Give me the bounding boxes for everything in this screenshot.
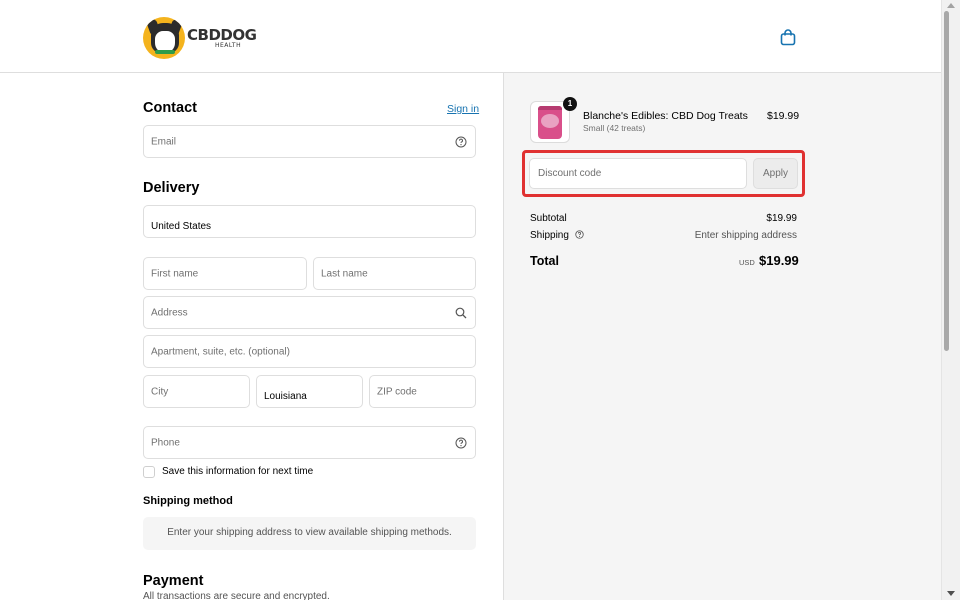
discount-code-input[interactable]: Discount code (529, 158, 747, 189)
subtotal-value: $19.99 (766, 213, 797, 224)
total-label: Total (530, 254, 559, 268)
treat-bag-icon (538, 106, 562, 139)
first-name-placeholder: First name (151, 268, 199, 279)
scroll-up-icon[interactable] (947, 3, 955, 8)
zip-field[interactable]: ZIP code (369, 375, 476, 408)
shipping-method-title: Shipping method (143, 495, 233, 507)
shopping-bag-icon[interactable] (780, 29, 796, 46)
shipping-value: Enter shipping address (694, 230, 797, 241)
scroll-thumb[interactable] (944, 11, 949, 351)
save-info-checkbox[interactable] (143, 466, 155, 478)
last-name-placeholder: Last name (321, 268, 368, 279)
shipping-method-notice: Enter your shipping address to view avai… (143, 517, 476, 550)
brand-logo[interactable]: CBDDOG HEALTH (143, 17, 257, 61)
zip-placeholder: ZIP code (377, 386, 417, 397)
payment-subtitle: All transactions are secure and encrypte… (143, 591, 330, 600)
shipping-row-label: Shipping (530, 230, 584, 241)
address-placeholder: Address (151, 307, 188, 318)
product-name: Blanche's Edibles: CBD Dog Treats (583, 110, 748, 122)
header: CBDDOG HEALTH (0, 0, 941, 73)
email-placeholder: Email (151, 136, 177, 147)
email-field[interactable]: Email (143, 125, 476, 158)
save-info-label: Save this information for next time (162, 466, 314, 477)
shipping-method-message: Enter your shipping address to view avai… (167, 527, 452, 538)
state-value: Louisiana (264, 391, 307, 402)
address-field[interactable]: Address (143, 296, 476, 329)
discount-placeholder: Discount code (538, 168, 602, 179)
sign-in-link[interactable]: Sign in (447, 103, 479, 115)
help-icon[interactable] (455, 136, 467, 148)
apply-discount-button[interactable]: Apply (753, 158, 798, 189)
brand-sub: HEALTH (215, 42, 242, 49)
apartment-field[interactable]: Apartment, suite, etc. (optional) (143, 335, 476, 368)
first-name-field[interactable]: First name (143, 257, 307, 290)
phone-placeholder: Phone (151, 437, 180, 448)
shipping-help-icon[interactable] (575, 230, 584, 239)
apartment-placeholder: Apartment, suite, etc. (optional) (151, 346, 290, 357)
product-price: $19.99 (767, 110, 800, 122)
page-scrollbar[interactable] (941, 0, 960, 600)
country-value: United States (151, 221, 212, 232)
search-icon (455, 307, 467, 318)
last-name-field[interactable]: Last name (313, 257, 476, 290)
city-placeholder: City (151, 386, 169, 397)
country-select[interactable]: United States (143, 205, 476, 238)
phone-field[interactable]: Phone (143, 426, 476, 459)
quantity-badge: 1 (563, 97, 577, 111)
help-icon[interactable] (455, 437, 467, 449)
delivery-title: Delivery (143, 180, 200, 196)
total-currency: USD (739, 258, 755, 267)
dog-logo-icon (143, 17, 185, 59)
total-value: $19.99 (759, 253, 799, 268)
state-select[interactable]: Louisiana (256, 375, 363, 408)
contact-title: Contact (143, 100, 197, 116)
scroll-down-icon[interactable] (947, 591, 955, 596)
subtotal-label: Subtotal (530, 213, 567, 224)
payment-title: Payment (143, 573, 204, 589)
city-field[interactable]: City (143, 375, 250, 408)
shipping-label: Shipping (530, 230, 569, 241)
product-variant: Small (42 treats) (583, 123, 646, 133)
